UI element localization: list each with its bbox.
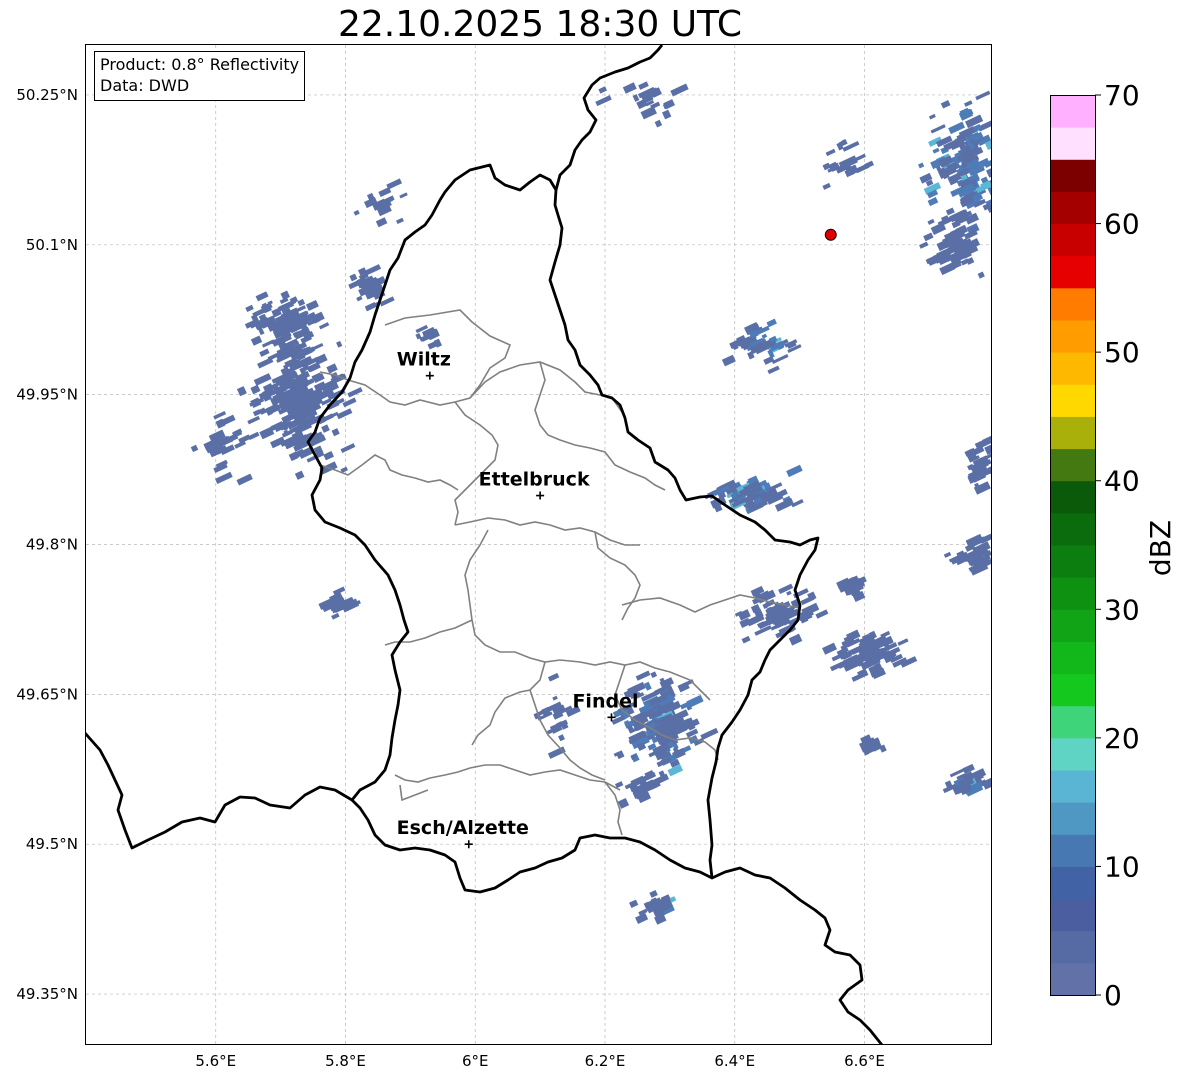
colorbar-swatches — [1050, 95, 1095, 996]
colorbar-swatch — [1050, 834, 1095, 867]
colorbar-swatch — [1050, 770, 1095, 803]
colorbar-tick-label: 10 — [1104, 850, 1140, 883]
colorbar-swatch — [1050, 512, 1095, 546]
colorbar-label: dBZ — [1144, 520, 1177, 576]
product-label: Product: 0.8° Reflectivity — [100, 55, 300, 74]
colorbar-swatch — [1050, 320, 1095, 353]
colorbar-swatch — [1050, 962, 1095, 996]
colorbar-swatch — [1050, 255, 1095, 289]
colorbar-swatch — [1050, 609, 1095, 642]
colorbar-tick-label: 30 — [1104, 593, 1140, 626]
colorbar-ticks: 0 10 20 30 40 50 60 70 — [1095, 79, 1140, 1012]
colorbar-swatch — [1050, 223, 1095, 257]
colorbar-tick-label: 50 — [1104, 336, 1140, 369]
colorbar-swatch — [1050, 384, 1095, 417]
colorbar: 0 10 20 30 40 50 60 70 dBZ — [1050, 79, 1177, 1012]
colorbar-swatch — [1050, 191, 1095, 225]
colorbar-swatch — [1050, 159, 1095, 192]
colorbar-swatch — [1050, 673, 1095, 707]
colorbar-swatch — [1050, 448, 1095, 482]
colorbar-swatch — [1050, 127, 1095, 160]
colorbar-tick-label: 60 — [1104, 208, 1140, 241]
colorbar-swatch — [1050, 545, 1095, 578]
colorbar-swatch — [1050, 480, 1095, 514]
colorbar-swatch — [1050, 641, 1095, 675]
colorbar-swatch — [1050, 287, 1095, 321]
colorbar-swatch — [1050, 577, 1095, 610]
colorbar-swatch — [1050, 930, 1095, 964]
colorbar-swatch — [1050, 95, 1095, 128]
colorbar-tick-label: 40 — [1104, 465, 1140, 498]
colorbar-swatch — [1050, 416, 1095, 450]
colorbar-swatch — [1050, 898, 1095, 932]
colorbar-swatch — [1050, 737, 1095, 771]
colorbar-tick-label: 70 — [1104, 79, 1140, 112]
colorbar-swatch — [1050, 352, 1095, 385]
colorbar-swatch — [1050, 802, 1095, 835]
colorbar-swatch — [1050, 866, 1095, 900]
source-label: Data: DWD — [100, 76, 190, 95]
colorbar-tick-label: 0 — [1104, 979, 1122, 1012]
colorbar-tick-label: 20 — [1104, 722, 1140, 755]
product-info-box: Product: 0.8° Reflectivity Data: DWD — [94, 51, 306, 101]
colorbar-swatch — [1050, 705, 1095, 739]
